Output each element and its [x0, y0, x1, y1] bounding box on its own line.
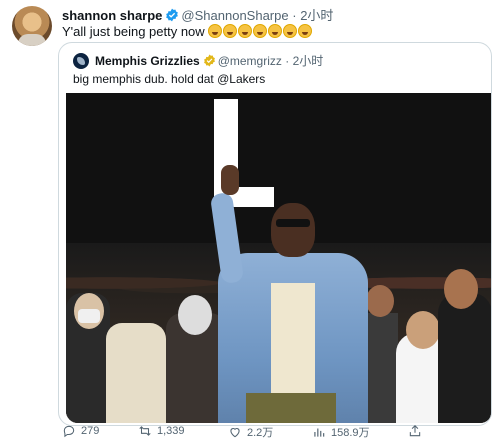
- verified-badge-icon: [166, 8, 179, 22]
- laughing-emoji-icon: [238, 24, 253, 38]
- quoted-author-name: Memphis Grizzlies: [95, 54, 200, 68]
- image-fan-right-2-head: [444, 269, 478, 309]
- tweet-text-content: Y'all just being petty now: [62, 24, 205, 39]
- retweet-button[interactable]: 1,339: [138, 424, 185, 438]
- laughing-emoji-icon: [268, 24, 283, 38]
- quoted-author-avatar: [73, 53, 89, 69]
- tweet-actions: 279 1,339 2.2万 158.9万: [62, 424, 490, 440]
- reply-icon: [63, 425, 75, 438]
- image-main-person-head: [271, 203, 315, 257]
- quoted-tweet-time: 2小时: [292, 54, 324, 68]
- quoted-tweet-text: big memphis dub. hold dat @Lakers: [73, 72, 266, 86]
- image-fan-left-3-head: [178, 295, 212, 335]
- image-fan-right-3-head: [366, 285, 394, 317]
- like-button[interactable]: 2.2万: [228, 424, 273, 440]
- author-avatar[interactable]: [12, 6, 52, 46]
- laughing-emoji-icon: [223, 24, 238, 38]
- author-handle[interactable]: @ShannonSharpe: [181, 8, 288, 23]
- laughing-emoji-icon: [298, 24, 313, 38]
- image-fan-right-2: [438, 293, 491, 423]
- image-main-person-pointing-hand: [221, 165, 239, 195]
- author-name[interactable]: shannon sharpe: [62, 8, 162, 23]
- image-fan-right-1-head: [406, 311, 440, 349]
- heart-icon: [230, 428, 240, 438]
- reply-button[interactable]: 279: [62, 424, 99, 438]
- verified-organization-badge-icon: [203, 54, 215, 67]
- image-fan-left-mask: [78, 309, 100, 323]
- image-main-person-glasses: [276, 219, 310, 227]
- laughing-emoji-icon: [253, 24, 268, 38]
- laughing-emoji-icon: [283, 24, 298, 38]
- laughing-emoji-icon: [208, 24, 223, 38]
- quoted-author-handle: @memgrizz: [217, 54, 282, 68]
- retweet-count: 1,339: [157, 425, 185, 437]
- emoji-row: [208, 24, 313, 39]
- share-button[interactable]: [408, 424, 422, 438]
- views-button[interactable]: 158.9万: [312, 424, 370, 440]
- quoted-header-separator: ·: [285, 54, 290, 68]
- quoted-tweet-card[interactable]: Memphis Grizzlies @memgrizz · 2小时 big mem…: [58, 42, 492, 426]
- quoted-tweet-image[interactable]: [66, 93, 491, 423]
- image-main-person-pants: [246, 393, 336, 423]
- tweet-time[interactable]: 2小时: [300, 8, 333, 23]
- retweet-icon: [139, 426, 151, 436]
- share-icon: [409, 425, 421, 437]
- header-separator: ·: [292, 8, 297, 23]
- views-count: 158.9万: [331, 427, 370, 439]
- tweet-header: shannon sharpe @ShannonSharpe · 2小时: [62, 8, 333, 24]
- avatar-shirt: [18, 34, 46, 46]
- image-fan-left-2: [106, 323, 166, 423]
- reply-count: 279: [81, 425, 100, 437]
- views-chart-icon: [314, 428, 325, 437]
- like-count: 2.2万: [247, 427, 274, 439]
- quoted-tweet-header: Memphis Grizzlies @memgrizz · 2小时: [95, 53, 323, 69]
- tweet-text: Y'all just being petty now: [62, 24, 313, 40]
